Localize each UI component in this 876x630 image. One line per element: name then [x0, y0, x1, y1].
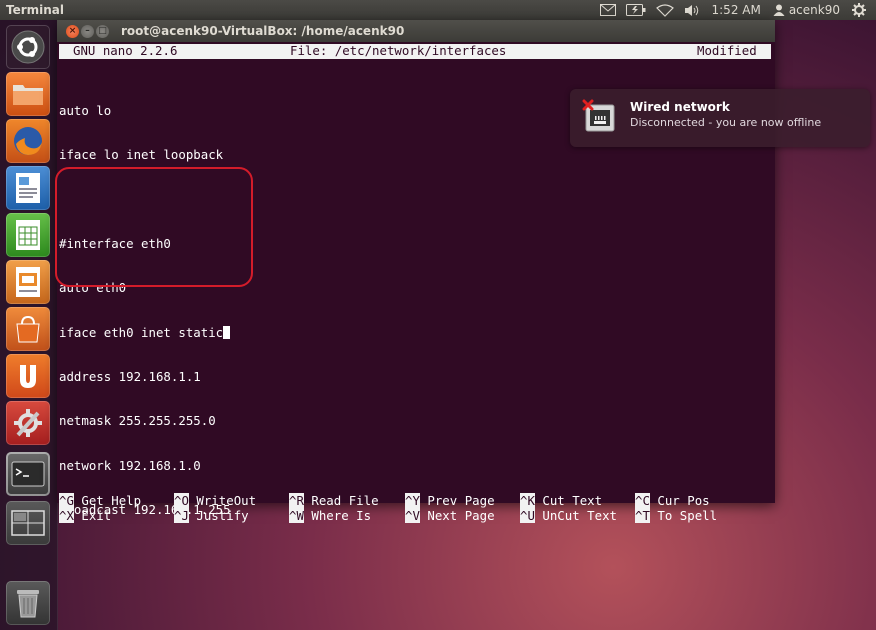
battery-icon[interactable] [625, 4, 646, 16]
shortcut-next-page[interactable]: ^V Next Page [405, 508, 495, 524]
trash-icon[interactable] [6, 581, 50, 625]
editor-buffer[interactable]: auto lo iface lo inet loopback #interfac… [55, 74, 253, 562]
close-button[interactable]: × [66, 25, 79, 38]
shortcut-key: ^G [59, 493, 74, 508]
home-folder-icon[interactable] [6, 72, 50, 116]
volume-icon[interactable] [684, 4, 702, 17]
buffer-line-with-cursor: iface eth0 inet static [59, 324, 231, 341]
ubuntu-one-icon[interactable] [6, 354, 50, 398]
window-titlebar[interactable]: × – □ root@acenk90-VirtualBox: /home/ace… [57, 20, 775, 42]
ubuntu-dash-icon[interactable] [6, 25, 50, 69]
network-icon[interactable] [655, 3, 674, 17]
shortcut-label: Where Is [311, 508, 372, 523]
buffer-line: iface lo inet loopback [59, 146, 224, 162]
shortcut-key: ^Y [405, 493, 420, 508]
top-panel: Terminal 1:52 AM acenk90 [0, 0, 876, 20]
unity-launcher [0, 20, 58, 630]
shortcut-key: ^O [174, 493, 189, 508]
red-highlight-annotation [55, 167, 253, 287]
shortcut-key: ^U [520, 508, 535, 523]
clock[interactable]: 1:52 AM [712, 0, 761, 20]
nano-status: Modified [697, 43, 757, 58]
shortcut-label: Get Help [81, 493, 142, 508]
notification-title: Wired network [630, 100, 730, 114]
shortcut-exit[interactable]: ^X Exit [59, 508, 112, 524]
libreoffice-calc-icon[interactable] [6, 213, 50, 257]
shortcut-key: ^R [289, 493, 304, 508]
terminal-icon[interactable] [6, 452, 50, 496]
shortcut-label: WriteOut [196, 493, 257, 508]
shortcut-where-is[interactable]: ^W Where Is [289, 508, 372, 524]
shortcut-key: ^X [59, 508, 74, 523]
shortcut-key: ^W [289, 508, 304, 523]
shortcut-label: Next Page [427, 508, 495, 523]
shortcut-to-spell[interactable]: ^T To Spell [635, 508, 718, 524]
network-notification: Wired network Disconnected - you are now… [570, 89, 870, 147]
nano-filename: File: /etc/network/interfaces [290, 43, 507, 58]
maximize-button[interactable]: □ [96, 25, 109, 38]
system-settings-icon[interactable] [6, 401, 50, 445]
indicator-tray: 1:52 AM acenk90 [599, 0, 876, 20]
workspace-switcher-icon[interactable] [6, 501, 50, 545]
gear-icon[interactable] [852, 3, 866, 17]
wired-network-disconnected-icon [582, 99, 618, 135]
shortcut-label: Cut Text [542, 493, 603, 508]
user-name: acenk90 [788, 3, 840, 17]
buffer-line: address 192.168.1.1 [59, 368, 201, 384]
shortcut-read-file[interactable]: ^R Read File [289, 493, 379, 509]
software-center-icon[interactable] [6, 307, 50, 351]
nano-version: GNU nano 2.2.6 [73, 43, 178, 58]
minimize-button[interactable]: – [81, 25, 94, 38]
mail-icon[interactable] [599, 4, 616, 16]
firefox-icon[interactable] [6, 119, 50, 163]
window-title: root@acenk90-VirtualBox: /home/acenk90 [121, 24, 405, 38]
shortcut-label: Cur Pos [657, 493, 710, 508]
user-menu[interactable]: acenk90 [773, 0, 840, 20]
shortcut-cur-pos[interactable]: ^C Cur Pos [635, 493, 710, 509]
nano-header-bar: GNU nano 2.2.6 File: /etc/network/interf… [59, 43, 771, 59]
libreoffice-impress-icon[interactable] [6, 260, 50, 304]
shortcut-label: Exit [81, 508, 112, 523]
shortcut-prev-page[interactable]: ^Y Prev Page [405, 493, 495, 509]
libreoffice-writer-icon[interactable] [6, 166, 50, 210]
shortcut-key: ^J [174, 508, 189, 523]
shortcut-key: ^K [520, 493, 535, 508]
shortcut-cut-text[interactable]: ^K Cut Text [520, 493, 603, 509]
shortcut-label: To Spell [657, 508, 718, 523]
text-cursor [223, 325, 231, 339]
buffer-line-text: iface eth0 inet static [59, 324, 224, 340]
shortcut-key: ^T [635, 508, 650, 523]
shortcut-justify[interactable]: ^J Justify [174, 508, 249, 524]
nano-shortcut-bar: ^G Get Help ^O WriteOut ^R Read File ^Y … [59, 493, 771, 524]
shortcut-get-help[interactable]: ^G Get Help [59, 493, 142, 509]
shortcut-label: Justify [196, 508, 249, 523]
shortcut-label: UnCut Text [542, 508, 617, 523]
shortcut-label: Prev Page [427, 493, 495, 508]
active-app-title: Terminal [6, 3, 65, 17]
shortcut-label: Read File [311, 493, 379, 508]
buffer-line: netmask 255.255.255.0 [59, 413, 216, 429]
buffer-line: auto lo [59, 102, 112, 118]
user-icon [773, 4, 785, 16]
shortcut-key: ^V [405, 508, 420, 523]
shortcut-key: ^C [635, 493, 650, 508]
notification-body: Disconnected - you are now offline [630, 116, 822, 129]
shortcut-writeout[interactable]: ^O WriteOut [174, 493, 257, 509]
buffer-line: network 192.168.1.0 [59, 457, 201, 473]
shortcut-uncut-text[interactable]: ^U UnCut Text [520, 508, 617, 524]
